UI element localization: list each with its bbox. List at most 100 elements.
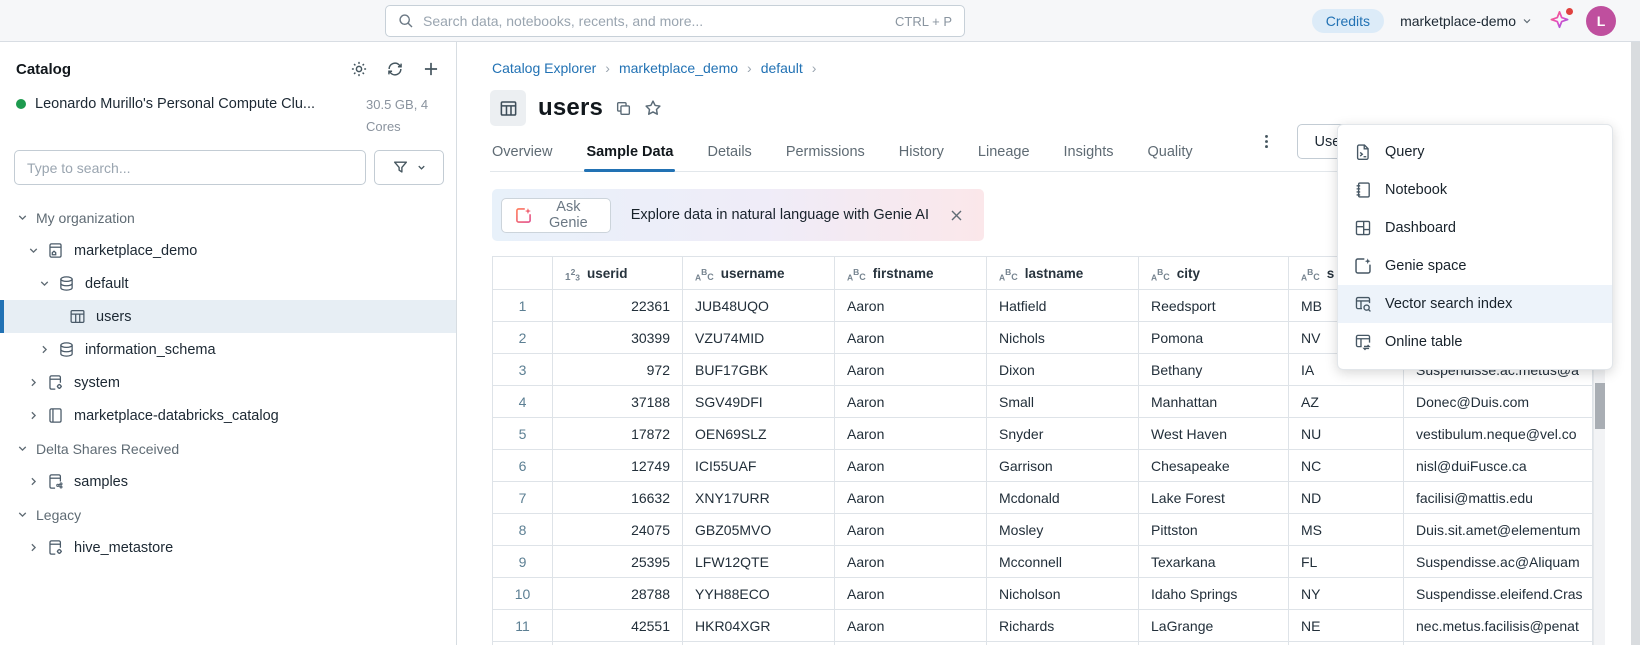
data-cell: BUF17GBK	[683, 354, 835, 386]
tree-item-label: My organization	[36, 210, 135, 226]
data-cell: Aaron	[835, 546, 987, 578]
row-number-cell: 6	[493, 450, 553, 482]
data-cell	[835, 642, 987, 645]
chevron-down-icon[interactable]	[14, 508, 30, 521]
data-cell	[987, 642, 1139, 645]
page-scrollbar[interactable]	[1631, 42, 1640, 645]
table-entity-icon	[490, 90, 526, 126]
data-cell: VZU74MID	[683, 322, 835, 354]
tree-item-marketplace-databricks-catalog[interactable]: marketplace-databricks_catalog	[0, 399, 456, 432]
column-header-firstname[interactable]: ABCfirstname	[835, 257, 987, 290]
column-header-username[interactable]: ABCusername	[683, 257, 835, 290]
filter-icon	[392, 159, 409, 176]
tree-item-users[interactable]: users	[0, 300, 456, 333]
chevron-right-icon[interactable]	[25, 541, 41, 554]
tree-item-hive-metastore[interactable]: hive_metastore	[0, 531, 456, 564]
ask-genie-button[interactable]: Ask Genie	[501, 198, 611, 233]
menu-item-vector-search-index[interactable]: Vector search index	[1338, 285, 1612, 323]
global-search-input[interactable]: Search data, notebooks, recents, and mor…	[385, 5, 965, 37]
chevron-down-icon[interactable]	[25, 244, 41, 257]
data-cell: JUB48UQO	[683, 290, 835, 322]
search-placeholder: Search data, notebooks, recents, and mor…	[423, 13, 886, 29]
kebab-menu-icon[interactable]	[1258, 133, 1275, 150]
data-cell	[1139, 642, 1289, 645]
menu-item-genie-space[interactable]: Genie space	[1338, 247, 1612, 285]
data-cell: 30399	[553, 322, 683, 354]
tab-overview[interactable]: Overview	[490, 144, 554, 171]
chevron-down-icon[interactable]	[36, 277, 52, 290]
tab-insights[interactable]: Insights	[1062, 144, 1116, 171]
gear-icon[interactable]	[350, 60, 368, 78]
user-avatar[interactable]: L	[1586, 6, 1616, 36]
data-cell: vestibulum.neque@vel.co	[1404, 418, 1593, 450]
chevron-down-icon[interactable]	[14, 442, 30, 455]
catalog-search-input[interactable]	[14, 150, 366, 185]
data-cell	[493, 642, 553, 645]
chevron-right-icon[interactable]	[25, 475, 41, 488]
search-icon	[398, 13, 414, 29]
tree-item-default[interactable]: default	[0, 267, 456, 300]
menu-item-notebook[interactable]: Notebook	[1338, 171, 1612, 209]
chevron-right-icon[interactable]	[25, 376, 41, 389]
tree-item-information-schema[interactable]: information_schema	[0, 333, 456, 366]
data-cell: Suspendisse.eleifend.Cras	[1404, 578, 1593, 610]
tree-section-legacy[interactable]: Legacy	[0, 498, 456, 531]
refresh-icon[interactable]	[386, 60, 404, 78]
data-cell: Aaron	[835, 290, 987, 322]
data-cell: Richards	[987, 610, 1139, 642]
row-number-cell: 4	[493, 386, 553, 418]
menu-item-online-table[interactable]: Online table	[1338, 323, 1612, 361]
breadcrumb-link-catalog-explorer[interactable]: Catalog Explorer	[492, 60, 596, 76]
tab-sample-data[interactable]: Sample Data	[584, 144, 675, 171]
top-bar: Search data, notebooks, recents, and mor…	[0, 0, 1640, 42]
filter-button[interactable]	[374, 150, 444, 185]
row-number-cell: 7	[493, 482, 553, 514]
data-cell: MS	[1289, 514, 1404, 546]
add-icon[interactable]	[422, 60, 440, 78]
genie-icon	[515, 207, 532, 224]
tree-item-samples[interactable]: samples	[0, 465, 456, 498]
catalog-share-icon	[47, 473, 65, 490]
tab-quality[interactable]: Quality	[1146, 144, 1195, 171]
data-cell: NC	[1289, 450, 1404, 482]
assistant-sparkle-icon[interactable]	[1549, 10, 1570, 31]
tab-lineage[interactable]: Lineage	[976, 144, 1032, 171]
catalog-sidebar: Catalog Leonardo Murillo's Personal Comp…	[0, 42, 456, 645]
compute-cluster-row[interactable]: Leonardo Murillo's Personal Compute Clu.…	[0, 88, 456, 150]
data-cell: Idaho Springs	[1139, 578, 1289, 610]
chevron-right-icon[interactable]	[25, 409, 41, 422]
column-header-lastname[interactable]: ABClastname	[987, 257, 1139, 290]
chevron-right-icon[interactable]	[36, 343, 52, 356]
tree-item-marketplace-demo[interactable]: marketplace_demo	[0, 234, 456, 267]
data-cell: Donec@Duis.com	[1404, 386, 1593, 418]
column-header-userid[interactable]: 123userid	[553, 257, 683, 290]
favorite-star-icon[interactable]	[644, 99, 662, 117]
tree-item-system[interactable]: system	[0, 366, 456, 399]
genie-icon	[1354, 257, 1372, 275]
close-icon[interactable]	[949, 208, 964, 223]
schema-icon	[58, 341, 76, 358]
tab-permissions[interactable]: Permissions	[784, 144, 867, 171]
data-cell: Aaron	[835, 450, 987, 482]
chevron-down-icon[interactable]	[14, 211, 30, 224]
tree-section-delta-shares-received[interactable]: Delta Shares Received	[0, 432, 456, 465]
tab-history[interactable]: History	[897, 144, 946, 171]
tab-details[interactable]: Details	[705, 144, 753, 171]
column-header-col0[interactable]	[493, 257, 553, 290]
menu-item-dashboard[interactable]: Dashboard	[1338, 209, 1612, 247]
breadcrumb-link-marketplace-demo[interactable]: marketplace_demo	[619, 60, 738, 76]
table-icon	[69, 308, 87, 325]
data-cell: Aaron	[835, 354, 987, 386]
scrollbar-thumb[interactable]	[1595, 383, 1605, 429]
tree-section-my-organization[interactable]: My organization	[0, 201, 456, 234]
breadcrumb-link-default[interactable]: default	[761, 60, 803, 76]
column-header-city[interactable]: ABCcity	[1139, 257, 1289, 290]
breadcrumb-separator: ›	[747, 60, 752, 76]
copy-icon[interactable]	[615, 100, 632, 117]
data-cell: facilisi@mattis.edu	[1404, 482, 1593, 514]
page-title: users	[538, 94, 603, 122]
table-row: 612749ICI55UAFAaronGarrisonChesapeakeNCn…	[493, 450, 1593, 482]
menu-item-query[interactable]: Query	[1338, 133, 1612, 171]
workspace-switcher[interactable]: marketplace-demo	[1400, 13, 1533, 29]
credits-button[interactable]: Credits	[1312, 9, 1384, 33]
